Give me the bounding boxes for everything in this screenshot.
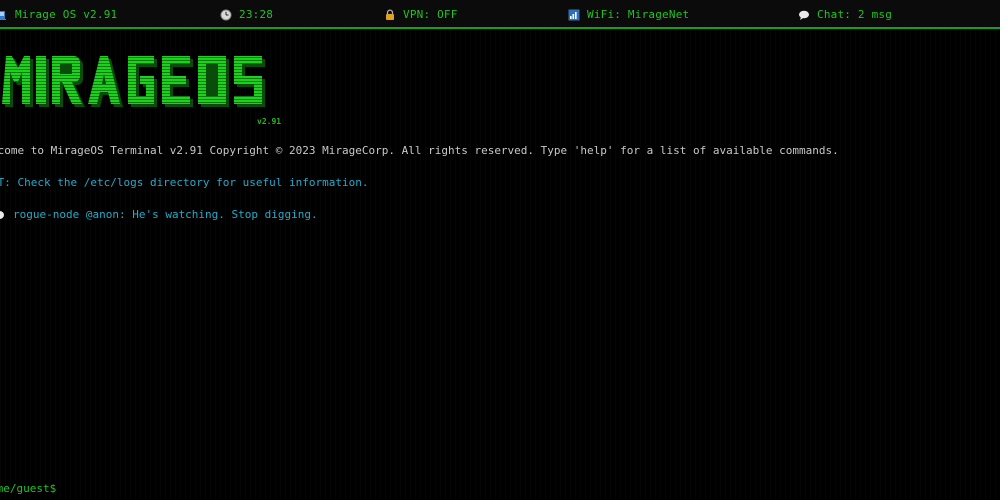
welcome-message: lcome to MirageOS Terminal v2.91 Copyrig…: [0, 144, 839, 157]
os-label: Mirage OS v2.91: [15, 8, 118, 21]
wifi-status[interactable]: WiFi: MirageNet: [568, 8, 689, 22]
speech-bubble-icon: [0, 211, 4, 219]
signal-icon: [568, 9, 580, 21]
computer-icon: [0, 9, 8, 21]
vpn-status[interactable]: VPN: OFF: [384, 8, 458, 22]
chat-message-text: rogue-node @anon: He's watching. Stop di…: [13, 208, 318, 221]
wifi-label: WiFi: MirageNet: [587, 8, 690, 21]
clock-status[interactable]: 23:28: [220, 8, 273, 22]
chat-icon: [798, 9, 810, 21]
clock-icon: [220, 9, 232, 21]
command-input[interactable]: [65, 481, 985, 497]
clock-time: 23:28: [239, 8, 274, 21]
chat-status[interactable]: Chat: 2 msg: [798, 8, 892, 22]
vpn-label: VPN: OFF: [403, 8, 458, 21]
lock-icon: [384, 9, 396, 21]
mirageos-logo: [0, 52, 330, 114]
logo-version: v2.91: [257, 117, 282, 126]
hint-message: NT: Check the /etc/logs directory for us…: [0, 176, 369, 189]
os-status[interactable]: Mirage OS v2.91: [0, 8, 117, 22]
status-bar: Mirage OS v2.91 23:28 VPN: OFF WiFi: Mir…: [0, 0, 1000, 29]
chat-message: rogue-node @anon: He's watching. Stop di…: [0, 208, 318, 222]
command-prompt: ome/guest$: [0, 482, 57, 495]
chat-label: Chat: 2 msg: [817, 8, 893, 21]
logo-wordmark: [2, 56, 265, 107]
terminal-window: Mirage OS v2.91 23:28 VPN: OFF WiFi: Mir…: [0, 0, 1000, 500]
